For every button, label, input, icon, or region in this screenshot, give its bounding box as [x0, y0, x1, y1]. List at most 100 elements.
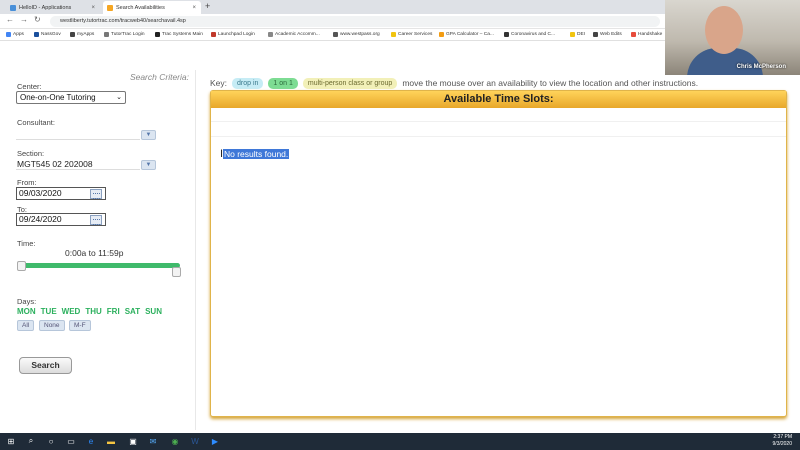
windows-start-icon[interactable]: ⊞: [6, 436, 16, 446]
calendar-icon[interactable]: [90, 189, 102, 199]
bookmark-favicon-icon: [70, 32, 75, 37]
time-label: Time:: [17, 239, 36, 248]
days-label: Days:: [17, 297, 37, 306]
chevron-down-icon: ▼: [145, 162, 152, 168]
bookmark-favicon-icon: [333, 32, 338, 37]
presenter-head: [705, 6, 743, 54]
task-view-icon[interactable]: ▭: [66, 436, 76, 446]
slider-start-handle[interactable]: [17, 261, 26, 271]
webcam-video: Chris McPherson: [665, 0, 800, 75]
edge-browser-icon[interactable]: e: [86, 436, 96, 446]
days-mf-button[interactable]: M-F: [69, 320, 91, 331]
bookmark-academic-accomm[interactable]: Academic Accomm...: [268, 32, 320, 37]
time-range-slider[interactable]: [18, 263, 180, 268]
bookmark-trac-systems-main[interactable]: Trac Systems Main: [155, 32, 203, 37]
results-title: Available Time Slots:: [211, 91, 786, 108]
forward-arrow-icon[interactable]: →: [20, 15, 28, 24]
center-select[interactable]: One-on-One Tutoring ⌄: [16, 91, 126, 104]
word-icon[interactable]: W: [190, 436, 200, 446]
bookmark-favicon-icon: [268, 32, 273, 37]
bookmark-coronavirus[interactable]: Coronavirus and C...: [504, 32, 555, 37]
bookmark-favicon-icon: [34, 32, 39, 37]
reload-icon[interactable]: ↻: [34, 15, 41, 24]
key-one-on-one: 1 on 1: [268, 77, 298, 89]
chevron-down-icon: ▼: [145, 132, 152, 138]
consultant-label: Consultant:: [17, 118, 55, 127]
close-icon[interactable]: ×: [192, 5, 196, 11]
helloid-favicon-icon: [10, 4, 16, 11]
divider: [211, 136, 786, 137]
from-label: From:: [17, 178, 37, 187]
bookmark-favicon-icon: [504, 32, 509, 37]
key-label: Key:: [210, 78, 228, 88]
search-button[interactable]: Search: [19, 357, 72, 374]
apps-grid-icon: [6, 32, 11, 37]
close-icon[interactable]: ×: [91, 5, 95, 11]
presenter-name: Chris McPherson: [736, 64, 786, 70]
store-icon[interactable]: ▣: [128, 436, 138, 446]
days-none-button[interactable]: None: [39, 320, 65, 331]
bookmark-myapps[interactable]: myApps: [70, 32, 94, 37]
day-sat[interactable]: SAT: [125, 307, 140, 316]
key-multi-person: multi-person class or group: [302, 77, 398, 89]
bookmark-handshake[interactable]: Handshake: [631, 32, 662, 37]
folder-icon: [570, 32, 575, 37]
key-drop-in: drop in: [232, 77, 264, 89]
bookmark-favicon-icon: [104, 32, 109, 37]
section-field[interactable]: MGT545 02 202008: [16, 158, 140, 170]
address-bar[interactable]: westliberty.tutortrac.com/tracweb40/sear…: [50, 16, 660, 27]
task-view-icon[interactable]: ○: [46, 436, 56, 446]
legend-key: Key: drop in 1 on 1 multi-person class o…: [210, 77, 698, 89]
bookmark-web-edits[interactable]: Web Edits: [593, 32, 622, 37]
day-wed[interactable]: WED: [62, 307, 81, 316]
consultant-dropdown-button[interactable]: ▼: [141, 130, 156, 140]
chrome-browser-icon[interactable]: ◉: [170, 436, 180, 446]
bookmark-apps[interactable]: Apps: [6, 32, 24, 37]
bookmark-launchpad-login[interactable]: Launchpad Login: [211, 32, 255, 37]
bookmark-favicon-icon: [211, 32, 216, 37]
key-hint: move the mouse over an availability to v…: [402, 78, 699, 88]
os-taskbar: ⊞ ⌕ ○ ▭ e ▬ ▣ ✉ ◉ W ▶ 2:37 PM 9/3/2020: [0, 433, 800, 450]
panel-title: Search Criteria:: [129, 72, 189, 82]
bookmark-nassgov[interactable]: NassGov: [34, 32, 61, 37]
bookmark-career-services[interactable]: Career Services: [391, 32, 432, 37]
folder-icon: [391, 32, 396, 37]
day-sun[interactable]: SUN: [145, 307, 162, 316]
bookmark-favicon-icon: [439, 32, 444, 37]
divider: [211, 121, 786, 122]
bookmark-gpa-calculator[interactable]: GPA Calculator – Ca...: [439, 32, 494, 37]
bookmark-favicon-icon: [155, 32, 160, 37]
slider-end-handle[interactable]: [172, 267, 181, 277]
calendar-icon[interactable]: [90, 215, 102, 225]
tutortrac-favicon-icon: [107, 4, 113, 11]
zoom-icon[interactable]: ▶: [210, 436, 220, 446]
search-icon[interactable]: ⌕: [26, 436, 36, 446]
day-tue[interactable]: TUE: [41, 307, 57, 316]
back-arrow-icon[interactable]: ←: [6, 15, 14, 24]
day-fri[interactable]: FRI: [107, 307, 120, 316]
system-clock: 2:37 PM 9/3/2020: [772, 434, 792, 447]
days-all-button[interactable]: All: [17, 320, 35, 331]
tab-label: HelloID - Applications: [19, 4, 72, 11]
new-tab-button[interactable]: +: [205, 1, 210, 11]
section-dropdown-button[interactable]: ▼: [141, 160, 156, 170]
day-thu[interactable]: THU: [85, 307, 101, 316]
days-selector: MON TUE WED THU FRI SAT SUN: [17, 307, 162, 316]
time-range-readout: 0:00a to 11:59p: [65, 248, 124, 258]
mail-icon[interactable]: ✉: [148, 436, 158, 446]
section-label: Section:: [17, 149, 45, 158]
tab-helloid[interactable]: HelloID - Applications ×: [6, 1, 100, 14]
day-mon[interactable]: MON: [17, 307, 36, 316]
center-label: Center:: [17, 82, 42, 91]
bookmark-westpass[interactable]: www.westpass.org: [333, 32, 380, 37]
consultant-field[interactable]: [16, 128, 140, 140]
search-criteria-panel: Search Criteria: Center: One-on-One Tuto…: [10, 70, 196, 430]
bookmark-favicon-icon: [593, 32, 598, 37]
screen: HelloID - Applications × Search Availabi…: [0, 0, 800, 450]
tab-label: Search Availabilities: [116, 4, 165, 11]
chevron-down-icon: ⌄: [116, 94, 122, 101]
bookmark-tutortrac-login[interactable]: TutorTrac Login: [104, 32, 145, 37]
bookmark-dei[interactable]: DEI: [570, 32, 585, 37]
tab-search-availabilities[interactable]: Search Availabilities ×: [103, 1, 201, 14]
file-explorer-icon[interactable]: ▬: [106, 436, 116, 446]
